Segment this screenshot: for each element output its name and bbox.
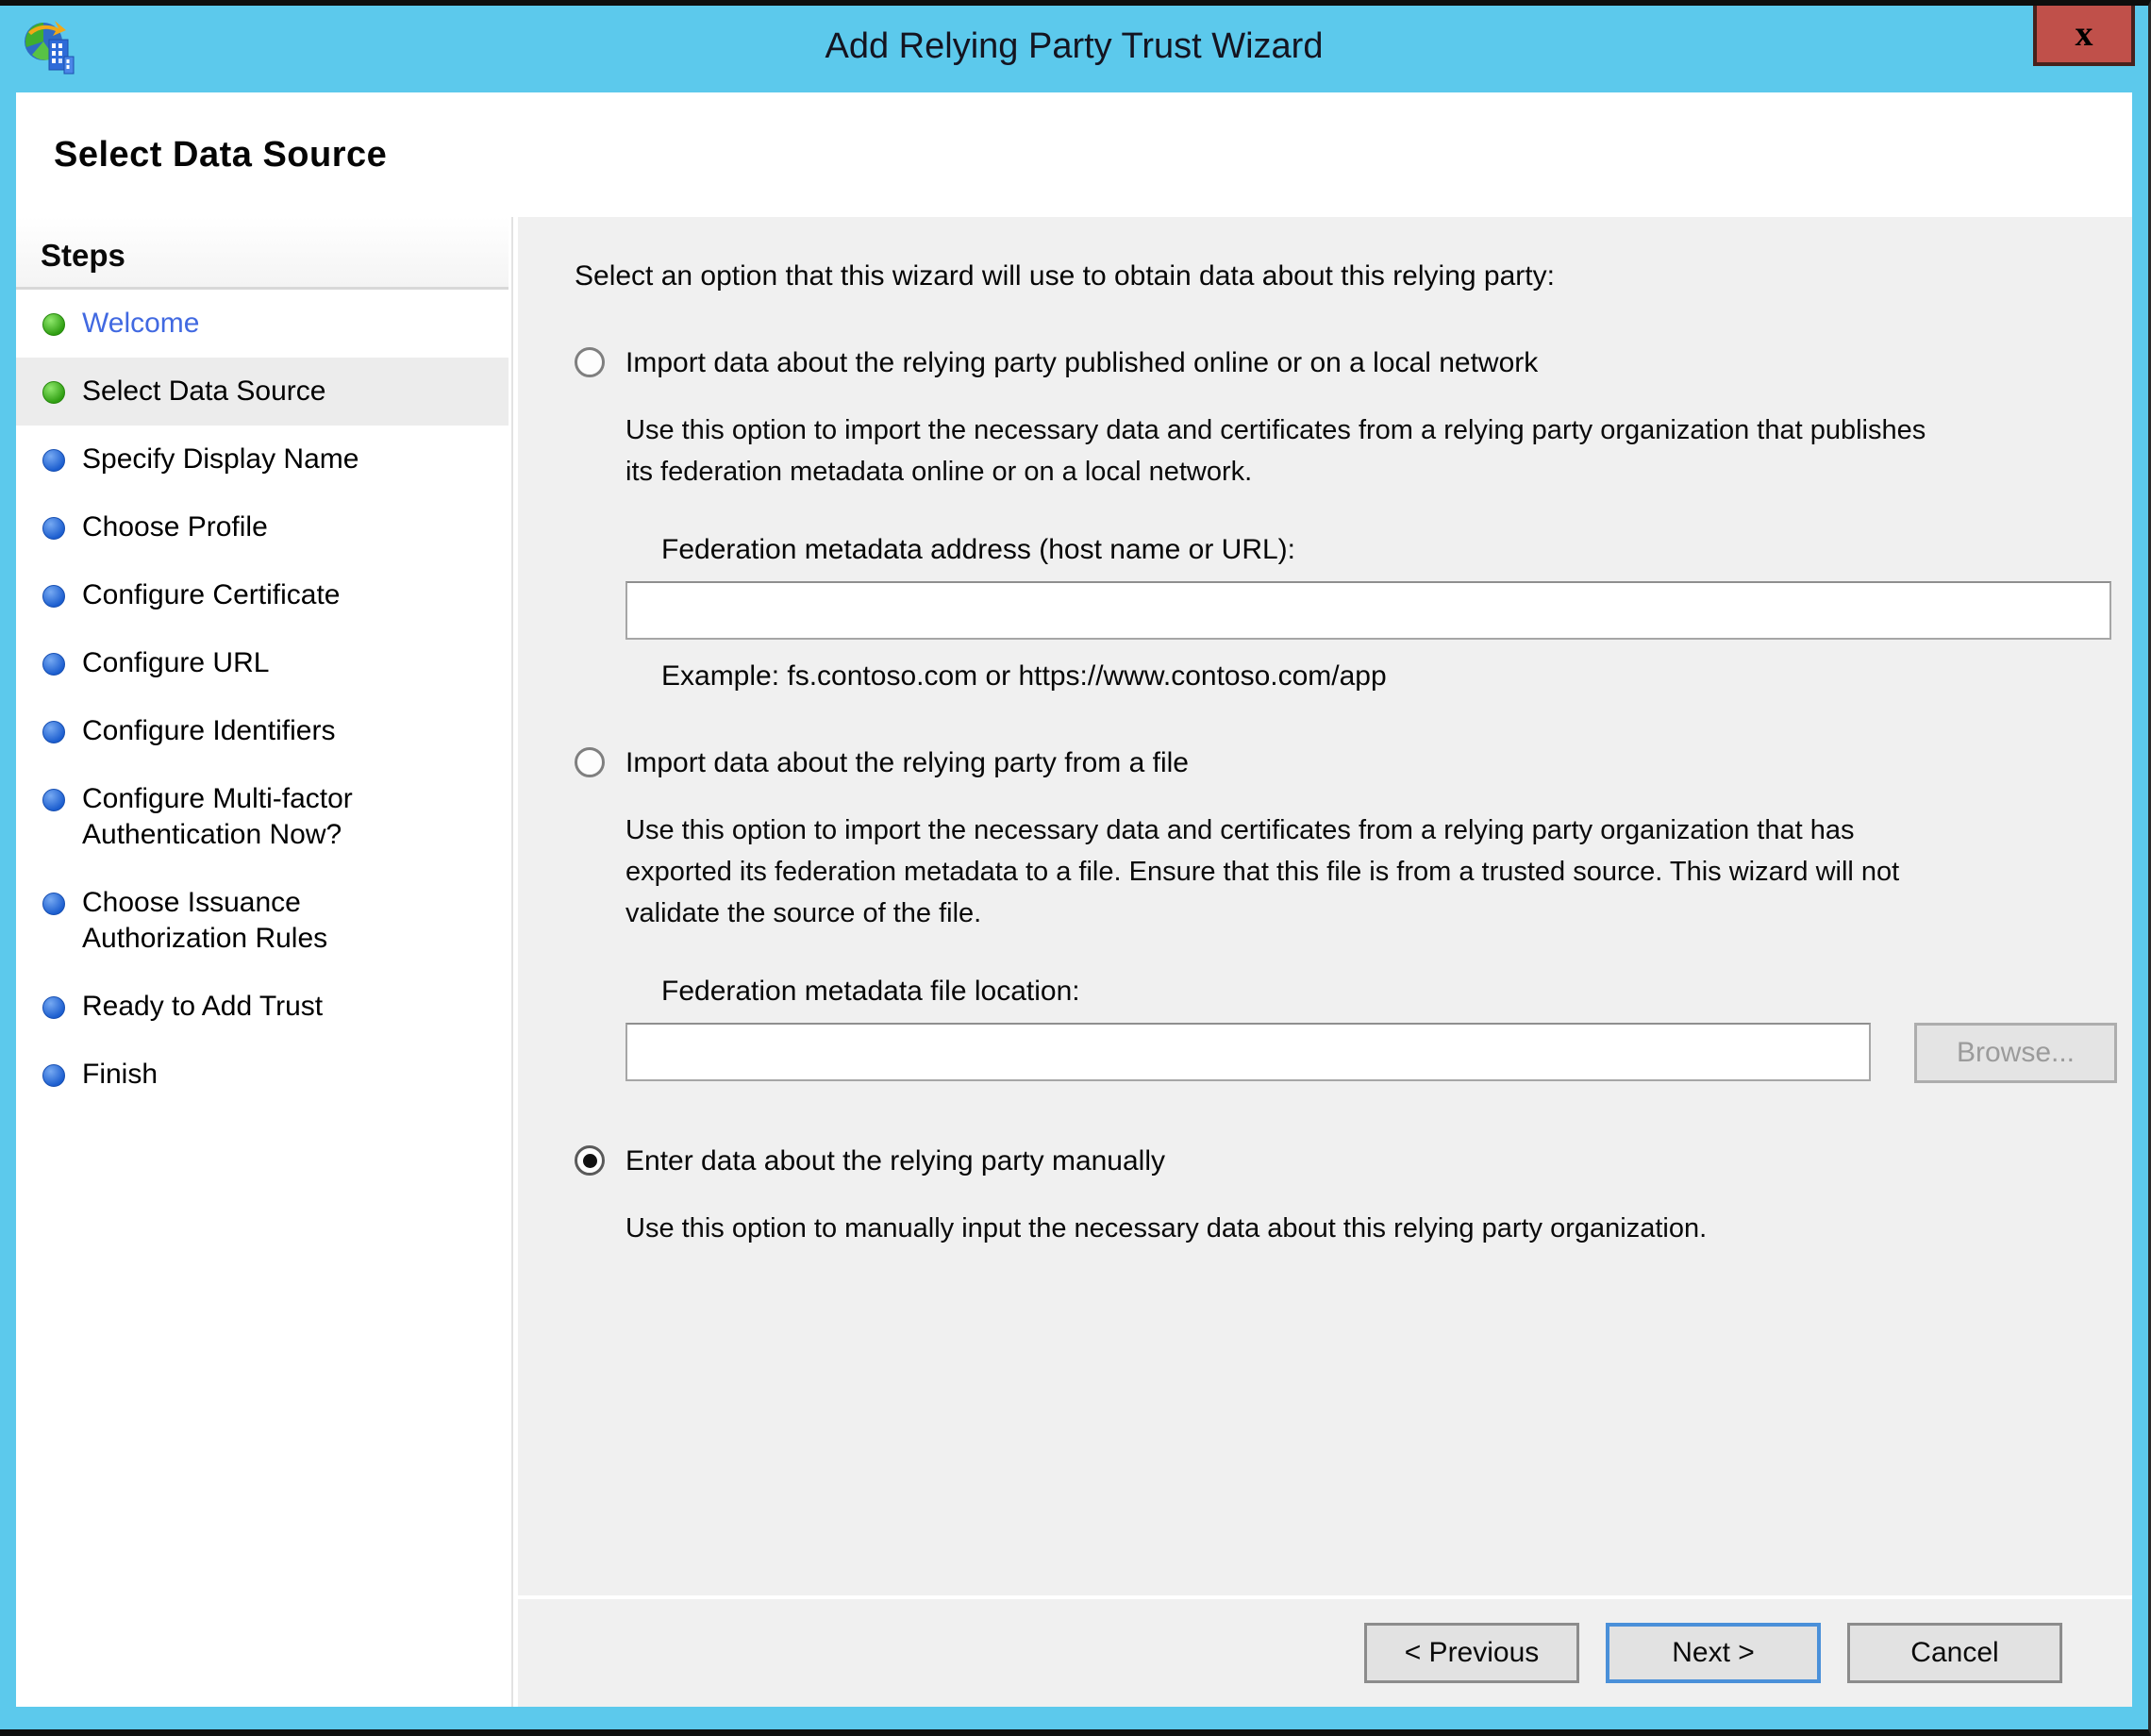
step-label: Select Data Source bbox=[82, 376, 325, 407]
option-label: Import data about the relying party publ… bbox=[625, 345, 1538, 381]
radio-selected-icon[interactable] bbox=[575, 1145, 605, 1176]
page-heading-band: Select Data Source bbox=[16, 92, 2132, 217]
federation-metadata-file-input[interactable] bbox=[625, 1023, 1871, 1081]
page-title: Select Data Source bbox=[54, 135, 387, 175]
title-bar: Add Relying Party Trust Wizard x bbox=[0, 6, 2148, 92]
radio-unselected-icon[interactable] bbox=[575, 347, 605, 377]
step-configure-url: Configure URL bbox=[16, 629, 509, 697]
step-label: Welcome bbox=[82, 308, 199, 339]
close-button[interactable]: x bbox=[2033, 6, 2135, 66]
step-welcome: Welcome bbox=[16, 290, 509, 358]
next-button[interactable]: Next > bbox=[1606, 1623, 1821, 1683]
dialog-body: Select Data Source Steps Welcome Select … bbox=[16, 92, 2132, 1707]
step-label: Ready to Add Trust bbox=[82, 991, 323, 1022]
option-description: Use this option to import the necessary … bbox=[625, 409, 2119, 492]
step-select-data-source: Select Data Source bbox=[16, 358, 509, 426]
step-configure-identifiers: Configure Identifiers bbox=[16, 697, 509, 765]
federation-metadata-address-label: Federation metadata address (host name o… bbox=[661, 534, 2119, 566]
step-pending-icon bbox=[42, 996, 65, 1019]
step-complete-icon bbox=[42, 381, 65, 404]
step-label: Configure URL bbox=[82, 647, 269, 678]
step-specify-display-name: Specify Display Name bbox=[16, 426, 509, 493]
example-text: Example: fs.contoso.com or https://www.c… bbox=[661, 660, 2119, 693]
radio-option-import-online[interactable]: Import data about the relying party publ… bbox=[575, 345, 2119, 381]
step-choose-issuance-rules: Choose IssuanceAuthorization Rules bbox=[16, 869, 509, 973]
previous-button[interactable]: < Previous bbox=[1364, 1623, 1579, 1683]
window-title: Add Relying Party Trust Wizard bbox=[0, 6, 2148, 87]
federation-metadata-address-input[interactable] bbox=[625, 581, 2111, 640]
federation-metadata-file-label: Federation metadata file location: bbox=[661, 976, 2119, 1008]
radio-unselected-icon[interactable] bbox=[575, 747, 605, 777]
steps-list: Welcome Select Data Source Specify Displ… bbox=[16, 290, 509, 1109]
step-pending-icon bbox=[42, 653, 65, 676]
wizard-window: Add Relying Party Trust Wizard x Select … bbox=[0, 0, 2151, 1736]
option-description: Use this option to manually input the ne… bbox=[625, 1208, 2119, 1249]
step-configure-certificate: Configure Certificate bbox=[16, 561, 509, 629]
step-pending-icon bbox=[42, 789, 65, 811]
step-label: Specify Display Name bbox=[82, 443, 358, 475]
step-pending-icon bbox=[42, 449, 65, 472]
step-pending-icon bbox=[42, 893, 65, 915]
intro-text: Select an option that this wizard will u… bbox=[575, 260, 2119, 292]
option-description: Use this option to import the necessary … bbox=[625, 810, 2119, 934]
step-pending-icon bbox=[42, 517, 65, 540]
step-label: Choose Profile bbox=[82, 511, 268, 542]
sidebar-divider bbox=[509, 217, 518, 1707]
radio-option-enter-manually[interactable]: Enter data about the relying party manua… bbox=[575, 1143, 2119, 1179]
option-label: Import data about the relying party from… bbox=[625, 745, 1189, 781]
step-complete-icon bbox=[42, 313, 65, 336]
step-pending-icon bbox=[42, 721, 65, 743]
main-panel: Select an option that this wizard will u… bbox=[518, 217, 2132, 1707]
browse-button[interactable]: Browse... bbox=[1914, 1023, 2117, 1083]
step-label: Configure Multi-factor bbox=[82, 783, 353, 814]
step-label: Finish bbox=[82, 1059, 158, 1090]
step-finish: Finish bbox=[16, 1041, 509, 1109]
steps-header: Steps bbox=[16, 217, 509, 290]
step-label: Configure Identifiers bbox=[82, 715, 335, 746]
wizard-button-bar: < Previous Next > Cancel bbox=[518, 1595, 2132, 1707]
steps-sidebar: Steps Welcome Select Data Source Specify… bbox=[16, 217, 509, 1707]
step-configure-mfa: Configure Multi-factorAuthentication Now… bbox=[16, 765, 509, 869]
step-ready-to-add-trust: Ready to Add Trust bbox=[16, 973, 509, 1041]
step-label: Configure Certificate bbox=[82, 579, 340, 610]
step-pending-icon bbox=[42, 585, 65, 608]
option-label: Enter data about the relying party manua… bbox=[625, 1143, 1165, 1179]
step-choose-profile: Choose Profile bbox=[16, 493, 509, 561]
step-pending-icon bbox=[42, 1064, 65, 1087]
cancel-button[interactable]: Cancel bbox=[1847, 1623, 2062, 1683]
step-label: Choose Issuance bbox=[82, 887, 301, 918]
radio-option-import-file[interactable]: Import data about the relying party from… bbox=[575, 745, 2119, 781]
